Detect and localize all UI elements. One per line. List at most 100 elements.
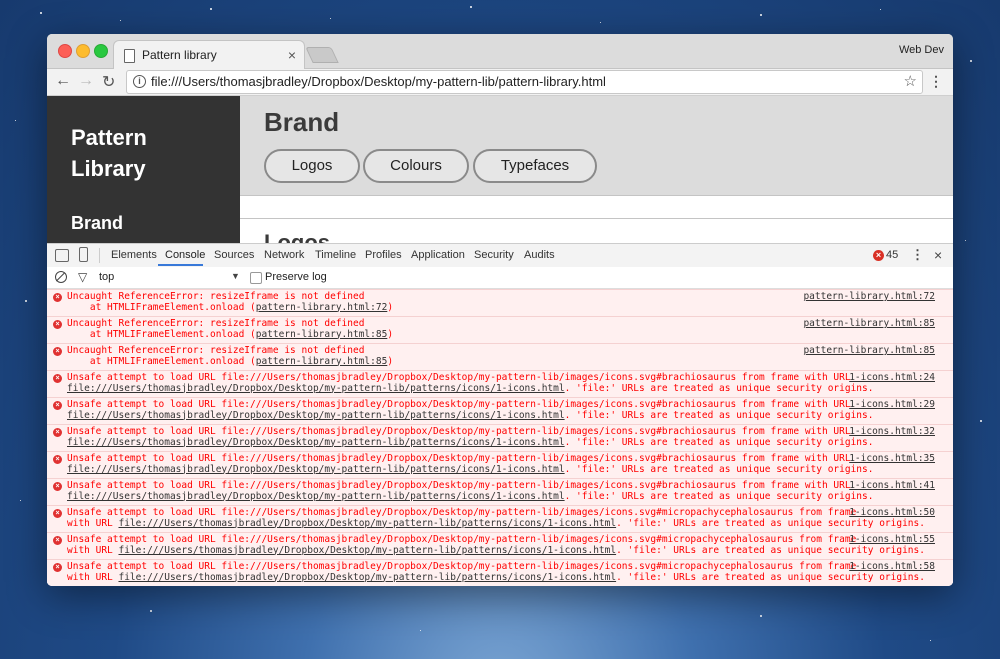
sidebar-title[interactable]: Pattern Library	[71, 122, 147, 184]
forward-arrow-icon[interactable]: →	[78, 72, 94, 90]
message-detail: file:///Users/thomasjbradley/Dropbox/Des…	[67, 463, 953, 476]
preserve-log-label[interactable]: Preserve log	[265, 271, 327, 283]
bookmark-star-icon[interactable]: ☆	[904, 72, 917, 90]
document-icon	[124, 49, 135, 63]
filter-icon[interactable]: ▽	[78, 270, 87, 284]
browser-toolbar: ← → ↻ i file:///Users/thomasjbradley/Dro…	[47, 69, 953, 96]
new-tab-button[interactable]	[305, 47, 339, 63]
source-link[interactable]: 1-icons.html:50	[849, 507, 935, 519]
info-icon[interactable]: i	[133, 75, 146, 88]
context-selector[interactable]: top	[99, 271, 114, 283]
console-error-message[interactable]: × Unsafe attempt to load URL file:///User…	[47, 505, 953, 532]
message-link[interactable]: pattern-library.html:72	[256, 302, 388, 313]
dropdown-arrow-icon[interactable]: ▼	[231, 271, 240, 281]
colours-button[interactable]: Colours	[363, 149, 469, 183]
devtools-close-icon[interactable]: ×	[934, 247, 942, 263]
error-icon: ×	[53, 536, 62, 545]
tab-close-icon[interactable]: ×	[288, 47, 296, 63]
source-link[interactable]: 1-icons.html:29	[849, 399, 935, 411]
message-detail: with URL file:///Users/thomasjbradley/Dr…	[67, 545, 953, 557]
source-link[interactable]: pattern-library.html:85	[803, 318, 935, 330]
message-suffix: . 'file:' URLs are treated as unique sec…	[564, 490, 874, 502]
back-arrow-icon[interactable]: ←	[55, 72, 71, 90]
message-detail: file:///Users/thomasjbradley/Dropbox/Des…	[67, 436, 953, 449]
profile-name[interactable]: Web Dev	[899, 44, 944, 56]
reload-icon[interactable]: ↻	[102, 72, 115, 92]
console-error-message[interactable]: × Unsafe attempt to load URL file:///User…	[47, 451, 953, 478]
tab-audits[interactable]: Audits	[524, 249, 555, 261]
message-link[interactable]: file:///Users/thomasjbradley/Dropbox/Des…	[67, 464, 565, 475]
toolbar-divider	[99, 248, 100, 263]
page-viewport: Pattern Library Brand Brand Logos Colour…	[47, 96, 953, 243]
source-link[interactable]: 1-icons.html:55	[849, 534, 935, 546]
clear-console-icon[interactable]	[55, 271, 67, 283]
message-link[interactable]: file:///Users/thomasjbradley/Dropbox/Des…	[118, 572, 616, 583]
minimize-window-button[interactable]	[76, 44, 90, 58]
message-link[interactable]: file:///Users/thomasjbradley/Dropbox/Des…	[67, 410, 565, 421]
tab-console[interactable]: Console	[165, 249, 205, 261]
message-detail: file:///Users/thomasjbradley/Dropbox/Des…	[67, 383, 953, 395]
message-detail: at HTMLIFrameElement.onload (pattern-lib…	[67, 301, 953, 314]
message-suffix: . 'file:' URLs are treated as unique sec…	[616, 571, 925, 583]
error-count[interactable]: 45	[886, 249, 898, 261]
message-prefix: at HTMLIFrameElement.onload (	[67, 328, 256, 340]
source-link[interactable]: 1-icons.html:24	[849, 372, 935, 384]
message-suffix: )	[387, 355, 394, 367]
device-toolbar-icon[interactable]	[79, 247, 88, 262]
console-error-message[interactable]: × Uncaught ReferenceError: resizeIframe i…	[47, 289, 953, 316]
message-link[interactable]: file:///Users/thomasjbradley/Dropbox/Des…	[67, 437, 565, 448]
console-error-message[interactable]: × Uncaught ReferenceError: resizeIframe i…	[47, 316, 953, 343]
devtools-menu-icon[interactable]: ⋮	[911, 247, 924, 263]
source-link[interactable]: pattern-library.html:85	[803, 345, 935, 357]
console-error-message[interactable]: × Unsafe attempt to load URL file:///User…	[47, 532, 953, 559]
preserve-log-checkbox[interactable]	[250, 272, 262, 284]
close-window-button[interactable]	[58, 44, 72, 58]
brand-header: Brand Logos Colours Typefaces	[240, 96, 953, 196]
message-link[interactable]: file:///Users/thomasjbradley/Dropbox/Des…	[67, 383, 565, 394]
zoom-window-button[interactable]	[94, 44, 108, 58]
error-icon: ×	[53, 347, 62, 356]
source-link[interactable]: 1-icons.html:58	[849, 561, 935, 573]
error-icon: ×	[53, 455, 62, 464]
message-prefix: with URL	[67, 571, 119, 583]
message-detail: with URL file:///Users/thomasjbradley/Dr…	[67, 571, 953, 584]
message-link[interactable]: file:///Users/thomasjbradley/Dropbox/Des…	[118, 545, 616, 556]
error-icon: ×	[53, 293, 62, 302]
message-link[interactable]: pattern-library.html:85	[256, 329, 388, 340]
message-suffix: . 'file:' URLs are treated as unique sec…	[616, 517, 925, 529]
tab-sources[interactable]: Sources	[214, 249, 254, 261]
message-suffix: . 'file:' URLs are treated as unique sec…	[564, 436, 874, 448]
tab-application[interactable]: Application	[411, 249, 465, 261]
browser-tab[interactable]: Pattern library ×	[113, 40, 305, 70]
typefaces-button[interactable]: Typefaces	[473, 149, 597, 183]
source-link[interactable]: 1-icons.html:41	[849, 480, 935, 492]
console-error-message[interactable]: × Unsafe attempt to load URL file:///User…	[47, 478, 953, 505]
message-link[interactable]: file:///Users/thomasjbradley/Dropbox/Des…	[67, 491, 565, 502]
message-suffix: . 'file:' URLs are treated as unique sec…	[564, 463, 874, 475]
console-output[interactable]: × Uncaught ReferenceError: resizeIframe i…	[47, 289, 953, 586]
logos-button[interactable]: Logos	[264, 149, 360, 183]
console-error-message[interactable]: × Unsafe attempt to load URL file:///User…	[47, 559, 953, 586]
console-error-message[interactable]: × Unsafe attempt to load URL file:///User…	[47, 397, 953, 424]
error-icon: ×	[53, 482, 62, 491]
tab-profiles[interactable]: Profiles	[365, 249, 402, 261]
message-link[interactable]: pattern-library.html:85	[256, 356, 388, 367]
address-bar[interactable]: i file:///Users/thomasjbradley/Dropbox/D…	[126, 70, 923, 94]
console-error-message[interactable]: × Unsafe attempt to load URL file:///User…	[47, 370, 953, 397]
tab-network[interactable]: Network	[264, 249, 304, 261]
tab-security[interactable]: Security	[474, 249, 514, 261]
browser-menu-icon[interactable]: ⋮	[929, 73, 943, 90]
message-suffix: )	[387, 301, 394, 313]
source-link[interactable]: 1-icons.html:35	[849, 453, 935, 465]
tab-elements[interactable]: Elements	[111, 249, 157, 261]
tab-timeline[interactable]: Timeline	[315, 249, 356, 261]
source-link[interactable]: pattern-library.html:72	[803, 291, 935, 303]
inspect-element-icon[interactable]	[55, 249, 69, 262]
console-error-message[interactable]: × Unsafe attempt to load URL file:///User…	[47, 424, 953, 451]
sidebar-item-brand[interactable]: Brand	[71, 213, 123, 234]
message-prefix: at HTMLIFrameElement.onload (	[67, 301, 256, 313]
message-link[interactable]: file:///Users/thomasjbradley/Dropbox/Des…	[118, 518, 616, 529]
console-error-message[interactable]: × Uncaught ReferenceError: resizeIframe i…	[47, 343, 953, 370]
source-link[interactable]: 1-icons.html:32	[849, 426, 935, 438]
url-text[interactable]: file:///Users/thomasjbradley/Dropbox/Des…	[151, 74, 606, 89]
